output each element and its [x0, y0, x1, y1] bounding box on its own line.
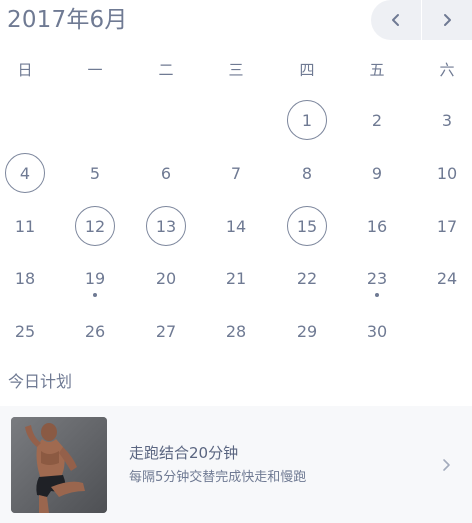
plan-name: 走跑结合20分钟: [129, 444, 239, 462]
day-number: 16: [366, 216, 388, 236]
day-cell[interactable]: 18: [5, 258, 45, 298]
day-cell[interactable]: 22: [287, 258, 327, 298]
month-nav: [371, 0, 472, 40]
day-number: 3: [441, 110, 453, 130]
day-number: 10: [436, 163, 458, 183]
day-number: 8: [301, 163, 313, 183]
day-cell[interactable]: 20: [146, 258, 186, 298]
plan-thumbnail: [11, 417, 107, 513]
day-number: 9: [371, 163, 383, 183]
weekday-label: 三: [228, 61, 244, 79]
event-dot: [93, 293, 97, 297]
weekday-label: 五: [369, 61, 385, 79]
prev-month-button[interactable]: [371, 0, 421, 40]
day-cell[interactable]: 13: [146, 206, 186, 246]
day-cell[interactable]: 8: [287, 153, 327, 193]
day-cell[interactable]: 5: [75, 153, 115, 193]
day-cell[interactable]: 21: [216, 258, 256, 298]
day-cell[interactable]: 16: [357, 206, 397, 246]
plan-card[interactable]: 走跑结合20分钟 每隔5分钟交替完成快走和慢跑: [0, 406, 472, 523]
day-cell[interactable]: 26: [75, 311, 115, 351]
day-cell[interactable]: 9: [357, 153, 397, 193]
month-title: 2017年6月: [7, 7, 128, 33]
day-number: 11: [14, 216, 36, 236]
day-cell[interactable]: 19: [75, 258, 115, 298]
day-number: 19: [84, 268, 106, 288]
day-number: 21: [225, 268, 247, 288]
next-month-button[interactable]: [422, 0, 472, 40]
day-cell[interactable]: 30: [357, 311, 397, 351]
day-cell[interactable]: 28: [216, 311, 256, 351]
day-number: 29: [296, 321, 318, 341]
day-number: 4: [19, 163, 31, 183]
runner-photo: [11, 417, 107, 513]
day-cell[interactable]: 14: [216, 206, 256, 246]
day-number: 14: [225, 216, 247, 236]
day-number: 13: [155, 216, 177, 236]
day-cell[interactable]: 11: [5, 206, 45, 246]
day-number: 18: [14, 268, 36, 288]
day-cell[interactable]: 29: [287, 311, 327, 351]
day-number: 17: [436, 216, 458, 236]
weekday-label: 四: [299, 61, 315, 79]
day-number: 20: [155, 268, 177, 288]
weekday-label: 日: [17, 61, 33, 79]
day-cell[interactable]: 3: [427, 100, 467, 140]
plan-description: 每隔5分钟交替完成快走和慢跑: [129, 470, 307, 485]
day-cell[interactable]: 4: [5, 153, 45, 193]
day-number: 2: [371, 110, 383, 130]
day-cell[interactable]: 10: [427, 153, 467, 193]
day-number: 6: [160, 163, 172, 183]
day-number: 15: [296, 216, 318, 236]
day-number: 25: [14, 321, 36, 341]
day-number: 26: [84, 321, 106, 341]
weekday-label: 六: [439, 61, 455, 79]
day-number: 23: [366, 268, 388, 288]
chevron-left-icon: [392, 14, 399, 26]
day-cell[interactable]: 7: [216, 153, 256, 193]
day-cell[interactable]: 27: [146, 311, 186, 351]
day-number: 12: [84, 216, 106, 236]
weekday-label: 一: [87, 61, 103, 79]
day-cell[interactable]: 2: [357, 100, 397, 140]
day-cell[interactable]: 6: [146, 153, 186, 193]
day-cell[interactable]: 15: [287, 206, 327, 246]
day-cell[interactable]: 24: [427, 258, 467, 298]
day-number: 7: [230, 163, 242, 183]
chevron-right-icon: [441, 457, 451, 476]
day-number: 5: [89, 163, 101, 183]
event-dot: [375, 293, 379, 297]
day-number: 22: [296, 268, 318, 288]
weekday-label: 二: [158, 61, 174, 79]
chevron-right-icon: [444, 14, 451, 26]
calendar-grid: 1 2 3 4 5 6 7 8 9 10 11 12 13 14 15 16 17 18 19 20 21 22 23 24 2…: [0, 92, 472, 357]
day-cell[interactable]: 12: [75, 206, 115, 246]
day-number: 27: [155, 321, 177, 341]
day-number: 30: [366, 321, 388, 341]
day-number: 28: [225, 321, 247, 341]
day-number: 24: [436, 268, 458, 288]
day-cell[interactable]: 25: [5, 311, 45, 351]
weekday-header: 日 一 二 三 四 五 六: [0, 56, 472, 84]
day-number: 1: [301, 110, 313, 130]
day-cell[interactable]: 23: [357, 258, 397, 298]
day-cell[interactable]: 1: [287, 100, 327, 140]
day-cell[interactable]: 17: [427, 206, 467, 246]
plan-section-title: 今日计划: [8, 372, 73, 391]
